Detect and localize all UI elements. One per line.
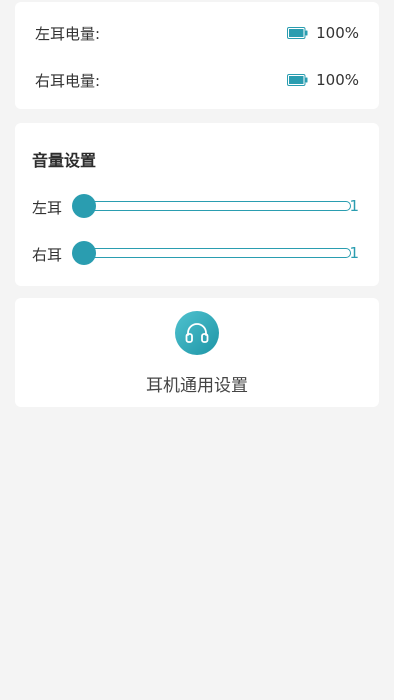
volume-settings-title: 音量设置 xyxy=(32,151,97,170)
battery-full-icon xyxy=(287,27,308,39)
right-battery-status: 100% xyxy=(287,71,359,89)
right-volume-label: 右耳 xyxy=(32,246,63,264)
battery-card: 左耳电量: 100% 右耳电量: 100% xyxy=(15,2,379,109)
left-volume-label: 左耳 xyxy=(32,199,63,217)
right-volume-row: 右耳 1 xyxy=(32,241,359,266)
slider-thumb[interactable] xyxy=(72,241,96,265)
general-settings-button[interactable]: 耳机通用设置 xyxy=(15,298,379,407)
right-volume-value: 1 xyxy=(349,244,359,262)
slider-thumb[interactable] xyxy=(72,194,96,218)
right-battery-label: 右耳电量: xyxy=(35,71,101,90)
slider-track xyxy=(84,248,351,258)
battery-full-icon xyxy=(287,74,308,86)
general-settings-label: 耳机通用设置 xyxy=(146,376,248,396)
right-volume-slider[interactable] xyxy=(72,241,351,265)
slider-track xyxy=(84,201,351,211)
left-battery-status: 100% xyxy=(287,24,359,42)
right-battery-value: 100% xyxy=(316,71,359,89)
left-volume-slider[interactable] xyxy=(72,194,351,218)
left-volume-row: 左耳 1 xyxy=(32,194,359,219)
left-battery-row: 左耳电量: 100% xyxy=(35,21,359,45)
right-battery-row: 右耳电量: 100% xyxy=(35,68,359,92)
volume-settings-card: 音量设置 左耳 1 右耳 1 xyxy=(15,123,379,286)
left-volume-value: 1 xyxy=(349,197,359,215)
left-battery-value: 100% xyxy=(316,24,359,42)
headphones-icon xyxy=(175,311,219,355)
left-battery-label: 左耳电量: xyxy=(35,24,101,43)
